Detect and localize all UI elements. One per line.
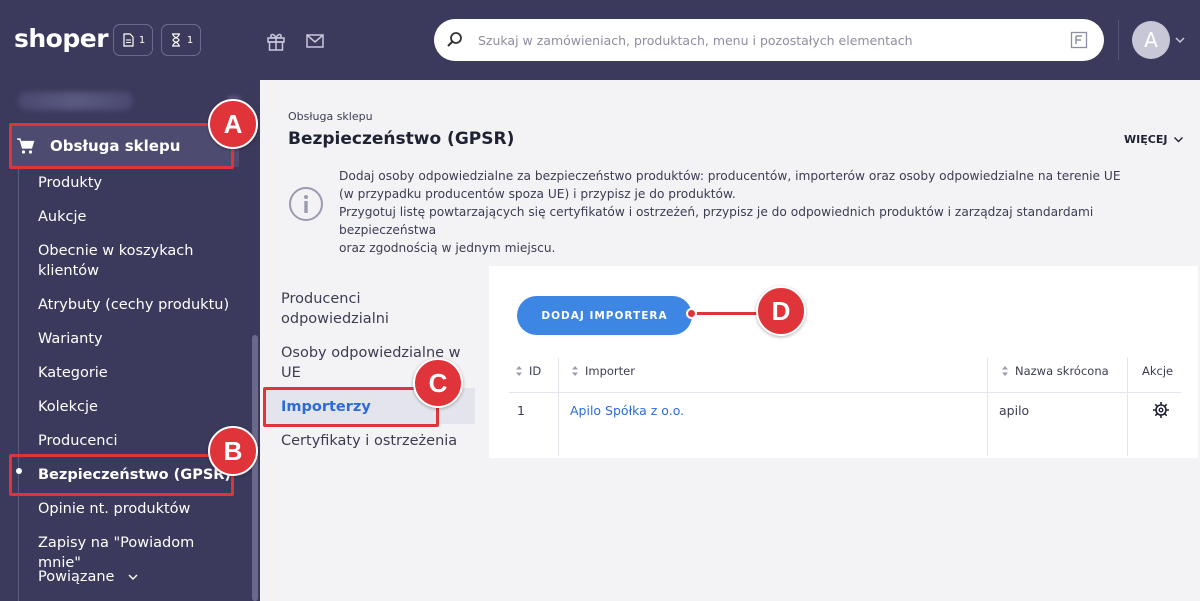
global-search [434, 19, 1104, 61]
sidebar-section-label: Obsługa sklepu [50, 137, 181, 155]
info-icon [289, 187, 323, 221]
info-line: (w przypadku producentów spoza UE) i prz… [339, 187, 736, 201]
annotation-marker-b: B [208, 426, 258, 476]
cell-short-name: apilo [999, 403, 1030, 418]
hourglass-icon [171, 33, 180, 47]
tab-producenci-odpowiedzialni[interactable]: Producenci odpowiedzialni [281, 289, 461, 329]
sort-icon [572, 366, 578, 376]
column-header-id[interactable]: ID [515, 364, 541, 378]
column-separator [987, 358, 988, 456]
cell-importer-link[interactable]: Apilo Spółka z o.o. [570, 403, 684, 418]
sidebar-item-produkty[interactable]: Produkty [38, 173, 238, 193]
annotation-connector-d [692, 312, 758, 315]
importers-panel [489, 266, 1198, 458]
shoper-logo[interactable]: shoper [14, 24, 109, 53]
sidebar-item-kategorie[interactable]: Kategorie [38, 363, 238, 383]
info-description: Dodaj osoby odpowiedzialne za bezpieczeń… [339, 167, 1169, 257]
gift-icon[interactable] [265, 30, 287, 52]
sidebar: Obsługa sklepu Produkty Aukcje Obecnie w… [0, 80, 260, 601]
info-line: Dodaj osoby odpowiedzialne za bezpieczeń… [339, 169, 1121, 183]
table-header-divider [509, 392, 1181, 393]
column-separator [558, 358, 559, 456]
annotation-connector-dot [686, 308, 697, 319]
add-importer-button[interactable]: DODAJ IMPORTERA [517, 296, 692, 335]
documents-count: 1 [138, 34, 146, 46]
top-bar: shoper 1 1 A [0, 0, 1200, 80]
sidebar-scrollbar[interactable] [252, 335, 258, 601]
sidebar-item-warianty[interactable]: Warianty [38, 329, 238, 349]
search-icon [447, 32, 462, 47]
column-header-importer[interactable]: Importer [571, 364, 635, 378]
sidebar-item-aukcje[interactable]: Aukcje [38, 207, 238, 227]
filter-shortcut-icon[interactable] [1070, 31, 1088, 49]
sidebar-item-koszyki[interactable]: Obecnie w koszykach klientów [38, 241, 238, 281]
annotation-marker-d: D [756, 286, 806, 336]
column-header-actions: Akcje [1142, 364, 1173, 378]
sort-icon [1002, 366, 1008, 376]
info-line: oraz zgodnością w jednym miejscu. [339, 241, 556, 255]
sidebar-item-atrybuty[interactable]: Atrybuty (cechy produktu) [38, 295, 238, 315]
page-title: Bezpieczeństwo (GPSR) [288, 129, 515, 149]
column-header-short-name[interactable]: Nazwa skrócona [1001, 364, 1109, 378]
annotation-marker-a: A [208, 99, 258, 149]
document-icon [123, 33, 134, 47]
cart-icon [17, 138, 35, 154]
sidebar-item-opinie[interactable]: Opinie nt. produktów [38, 499, 238, 519]
column-separator [1127, 358, 1128, 456]
search-input[interactable] [478, 29, 1058, 51]
sidebar-item-bezpieczenstwo[interactable]: Bezpieczeństwo (GPSR) [38, 465, 238, 485]
sidebar-section-obsluga-sklepu[interactable]: Obsługa sklepu [10, 125, 239, 167]
column-label: Importer [585, 364, 635, 378]
sidebar-tree-line [18, 166, 19, 601]
column-label: ID [529, 364, 542, 378]
more-label: WIĘCEJ [1124, 133, 1168, 146]
chevron-down-icon [128, 574, 138, 581]
mail-icon[interactable] [304, 30, 326, 52]
tasks-count: 1 [186, 34, 194, 46]
more-menu-button[interactable]: WIĘCEJ [1124, 133, 1184, 146]
documents-counter[interactable]: 1 [113, 24, 153, 56]
breadcrumb[interactable]: Obsługa sklepu [288, 110, 373, 123]
sidebar-item-kolekcje[interactable]: Kolekcje [38, 397, 238, 417]
active-item-dot [16, 468, 22, 474]
gear-icon[interactable] [1152, 401, 1170, 419]
column-label: Akcje [1142, 364, 1174, 378]
chevron-down-icon[interactable] [1174, 34, 1186, 46]
user-avatar[interactable]: A [1132, 21, 1170, 59]
header-divider [1118, 20, 1119, 60]
cell-id: 1 [517, 403, 525, 418]
annotation-marker-c: C [413, 358, 463, 408]
column-label: Nazwa skrócona [1015, 364, 1109, 378]
sidebar-item-label: Powiązane [38, 569, 115, 585]
tasks-counter[interactable]: 1 [161, 24, 201, 56]
chevron-down-icon [1174, 137, 1184, 143]
tab-certyfikaty[interactable]: Certyfikaty i ostrzeżenia [281, 431, 461, 451]
sort-icon [516, 366, 522, 376]
info-line: Przygotuj listę powtarzających się certy… [339, 205, 1094, 237]
sidebar-item-powiazane[interactable]: Powiązane [38, 567, 238, 587]
blurred-store-name [18, 92, 133, 110]
